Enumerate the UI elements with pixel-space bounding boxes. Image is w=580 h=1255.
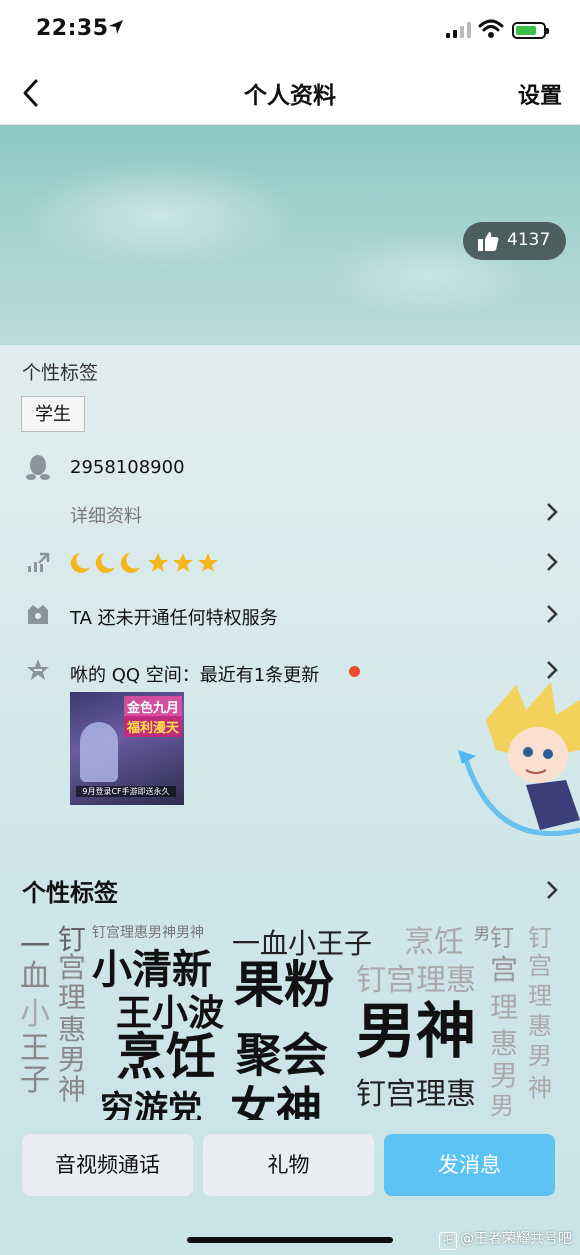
word-cloud-word: 钉宫理惠 <box>356 963 476 998</box>
word-cloud-word: 惠 <box>528 1012 552 1040</box>
word-cloud-word: 钉 <box>58 923 87 956</box>
word-cloud-word: 理 <box>490 991 519 1024</box>
thumbs-up-icon <box>478 232 499 251</box>
word-cloud-word: 小 <box>20 997 50 1032</box>
word-cloud-word: 果粉 <box>234 956 334 1014</box>
word-cloud-word: 神 <box>528 1074 552 1102</box>
mascot-character-icon <box>458 682 580 837</box>
word-cloud-chevron-icon[interactable] <box>546 880 558 900</box>
word-cloud-word: 王 <box>20 1031 50 1066</box>
tieba-logo-icon: 吧 <box>439 1232 457 1250</box>
privilege-chevron-icon[interactable] <box>546 604 558 624</box>
moon-star-level-icon <box>70 553 218 573</box>
watermark: 吧 @王者荣耀共号吧 <box>439 1228 572 1250</box>
level-badges <box>70 551 220 579</box>
qq-penguin-icon <box>26 455 50 480</box>
level-up-icon <box>28 552 50 572</box>
word-cloud-word: 钉宫理惠男神男神 <box>92 925 204 941</box>
word-cloud-word: 惠 <box>58 1013 87 1046</box>
like-count: 4137 <box>507 230 551 250</box>
word-cloud-word: 血 <box>20 959 50 994</box>
qzone-thumbnail[interactable]: 金色九月 福利漫天 9月登录CF手游即送永久 <box>70 692 184 805</box>
detail-info-link[interactable]: 详细资料 <box>70 502 142 528</box>
word-cloud-word: 一血小王子 <box>232 927 373 960</box>
word-cloud-word: 男 <box>58 1043 87 1076</box>
word-cloud-word: 子 <box>20 1063 50 1098</box>
battery-icon <box>512 22 549 39</box>
qzone-star-icon <box>27 659 49 680</box>
tags-section-label: 个性标签 <box>22 362 99 384</box>
word-cloud-title: 个性标签 <box>22 879 118 907</box>
word-cloud-word: 小清新 <box>92 947 212 993</box>
word-cloud-word: 女神 <box>230 1082 322 1120</box>
word-cloud-word: 一 <box>20 929 50 964</box>
word-cloud-word: 穷游党 <box>100 1089 202 1120</box>
word-cloud-word: 神 <box>58 1073 87 1106</box>
word-cloud-word: 男 <box>474 924 491 943</box>
like-button[interactable]: 4137 <box>463 222 566 260</box>
word-cloud-word: 钉 <box>490 924 514 952</box>
watermark-text: @王者荣耀共号吧 <box>460 1231 572 1247</box>
word-cloud-word: 理 <box>58 981 87 1014</box>
qzone-chevron-icon[interactable] <box>546 660 558 680</box>
word-cloud-word: 惠 <box>490 1027 519 1060</box>
thumbnail-line3: 9月登录CF手游即送永久 <box>76 786 176 797</box>
word-cloud-word: 王小波 <box>116 993 225 1034</box>
word-cloud-word: 宫 <box>490 953 519 986</box>
page-title: 个人资料 <box>244 83 336 109</box>
privilege-text: TA 还未开通任何特权服务 <box>70 608 278 629</box>
video-call-button[interactable]: 音视频通话 <box>22 1134 193 1196</box>
qzone-update-text[interactable]: 咻的 QQ 空间：最近有1条更新 <box>70 661 319 687</box>
gift-button[interactable]: 礼物 <box>203 1134 374 1196</box>
word-cloud-word: 男 <box>528 1042 552 1070</box>
level-chevron-icon[interactable] <box>546 552 558 572</box>
word-cloud-word: 男神 <box>356 997 476 1067</box>
word-cloud-word: 男 <box>490 1092 514 1120</box>
word-cloud-word: 聚会 <box>236 1028 328 1082</box>
crown-box-icon <box>28 605 48 624</box>
word-cloud-word: 宫 <box>528 952 552 980</box>
detail-chevron-icon[interactable] <box>546 502 558 522</box>
location-arrow-icon <box>109 20 123 34</box>
word-cloud-word: 烹饪 <box>116 1028 216 1086</box>
home-indicator <box>187 1237 393 1243</box>
cellular-signal-icon <box>446 22 472 38</box>
tag-chip: 学生 <box>21 396 85 432</box>
word-cloud-word: 理 <box>528 982 552 1010</box>
thumbnail-line2: 福利漫天 <box>124 716 183 737</box>
word-cloud-word: 男 <box>490 1059 519 1092</box>
word-cloud-word: 宫 <box>58 951 87 984</box>
word-cloud: 一钉钉宫理惠男神男神 一血小王子 烹饪男钉钉血宫小清新 果粉 钉宫理惠宫宫小理王小波理理… <box>20 920 560 1121</box>
thumbnail-line1: 金色九月 <box>124 696 183 717</box>
unread-dot <box>349 666 360 677</box>
wifi-icon <box>478 19 504 38</box>
word-cloud-word: 钉宫理惠 <box>356 1077 476 1112</box>
qq-number: 2958108900 <box>70 457 185 478</box>
send-message-button[interactable]: 发消息 <box>384 1134 555 1196</box>
word-cloud-word: 钉 <box>528 924 552 952</box>
status-time: 22:35 <box>36 16 109 41</box>
settings-button[interactable]: 设置 <box>518 78 562 110</box>
word-cloud-word: 烹饪 <box>404 925 464 960</box>
